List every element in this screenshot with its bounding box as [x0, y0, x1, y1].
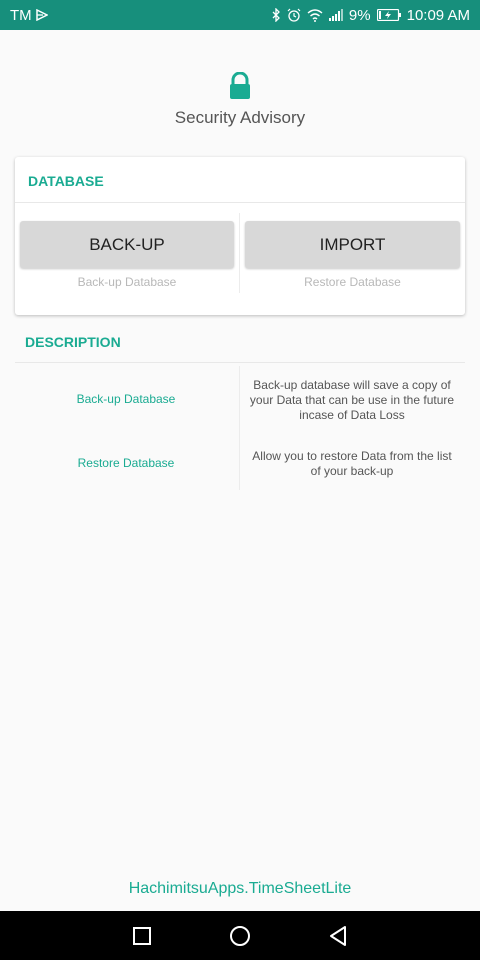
lock-icon: [228, 71, 252, 100]
wifi-icon: [307, 8, 323, 22]
bluetooth-icon: [271, 8, 281, 22]
description-row-backup-name: Back-up Database: [76, 392, 176, 406]
navigation-bar: [0, 911, 480, 960]
carrier-label: TM: [10, 6, 32, 24]
signal-icon: [328, 9, 343, 21]
status-bar: TM 9% 10:09 AM: [0, 0, 480, 30]
description-column-divider: [239, 366, 240, 490]
page-title: Security Advisory: [174, 108, 306, 127]
backup-button[interactable]: BACK-UP: [20, 221, 234, 268]
alarm-icon: [287, 8, 301, 22]
home-button[interactable]: [228, 924, 252, 948]
battery-charging-icon: [376, 9, 401, 21]
description-row-backup-text: Back-up database will save a copy of you…: [249, 378, 455, 422]
database-heading: DATABASE: [28, 173, 104, 189]
import-button[interactable]: IMPORT: [245, 221, 460, 268]
import-caption: Restore Database: [304, 275, 401, 289]
circle-icon: [230, 926, 250, 946]
square-icon: [133, 927, 151, 945]
recent-apps-button[interactable]: [130, 924, 154, 948]
card-divider: [239, 213, 240, 293]
description-heading: DESCRIPTION: [25, 334, 121, 350]
description-divider-line: [15, 362, 465, 363]
triangle-back-icon: [330, 926, 346, 946]
backup-caption: Back-up Database: [77, 275, 177, 289]
back-button[interactable]: [326, 924, 350, 948]
database-card-header: DATABASE: [15, 157, 465, 203]
description-row-restore-name: Restore Database: [77, 456, 175, 470]
status-right: 9% 10:09 AM: [271, 7, 470, 24]
app-id-footer: HachimitsuApps.TimeSheetLite: [128, 880, 352, 897]
status-left: TM: [10, 7, 48, 24]
description-row-restore-text: Allow you to restore Data from the list …: [252, 449, 452, 478]
clock-time: 10:09 AM: [406, 6, 470, 24]
battery-percent: 9%: [348, 6, 371, 24]
play-store-icon: [35, 9, 48, 21]
database-card: DATABASE BACK-UP Back-up Database IMPORT…: [15, 157, 465, 315]
